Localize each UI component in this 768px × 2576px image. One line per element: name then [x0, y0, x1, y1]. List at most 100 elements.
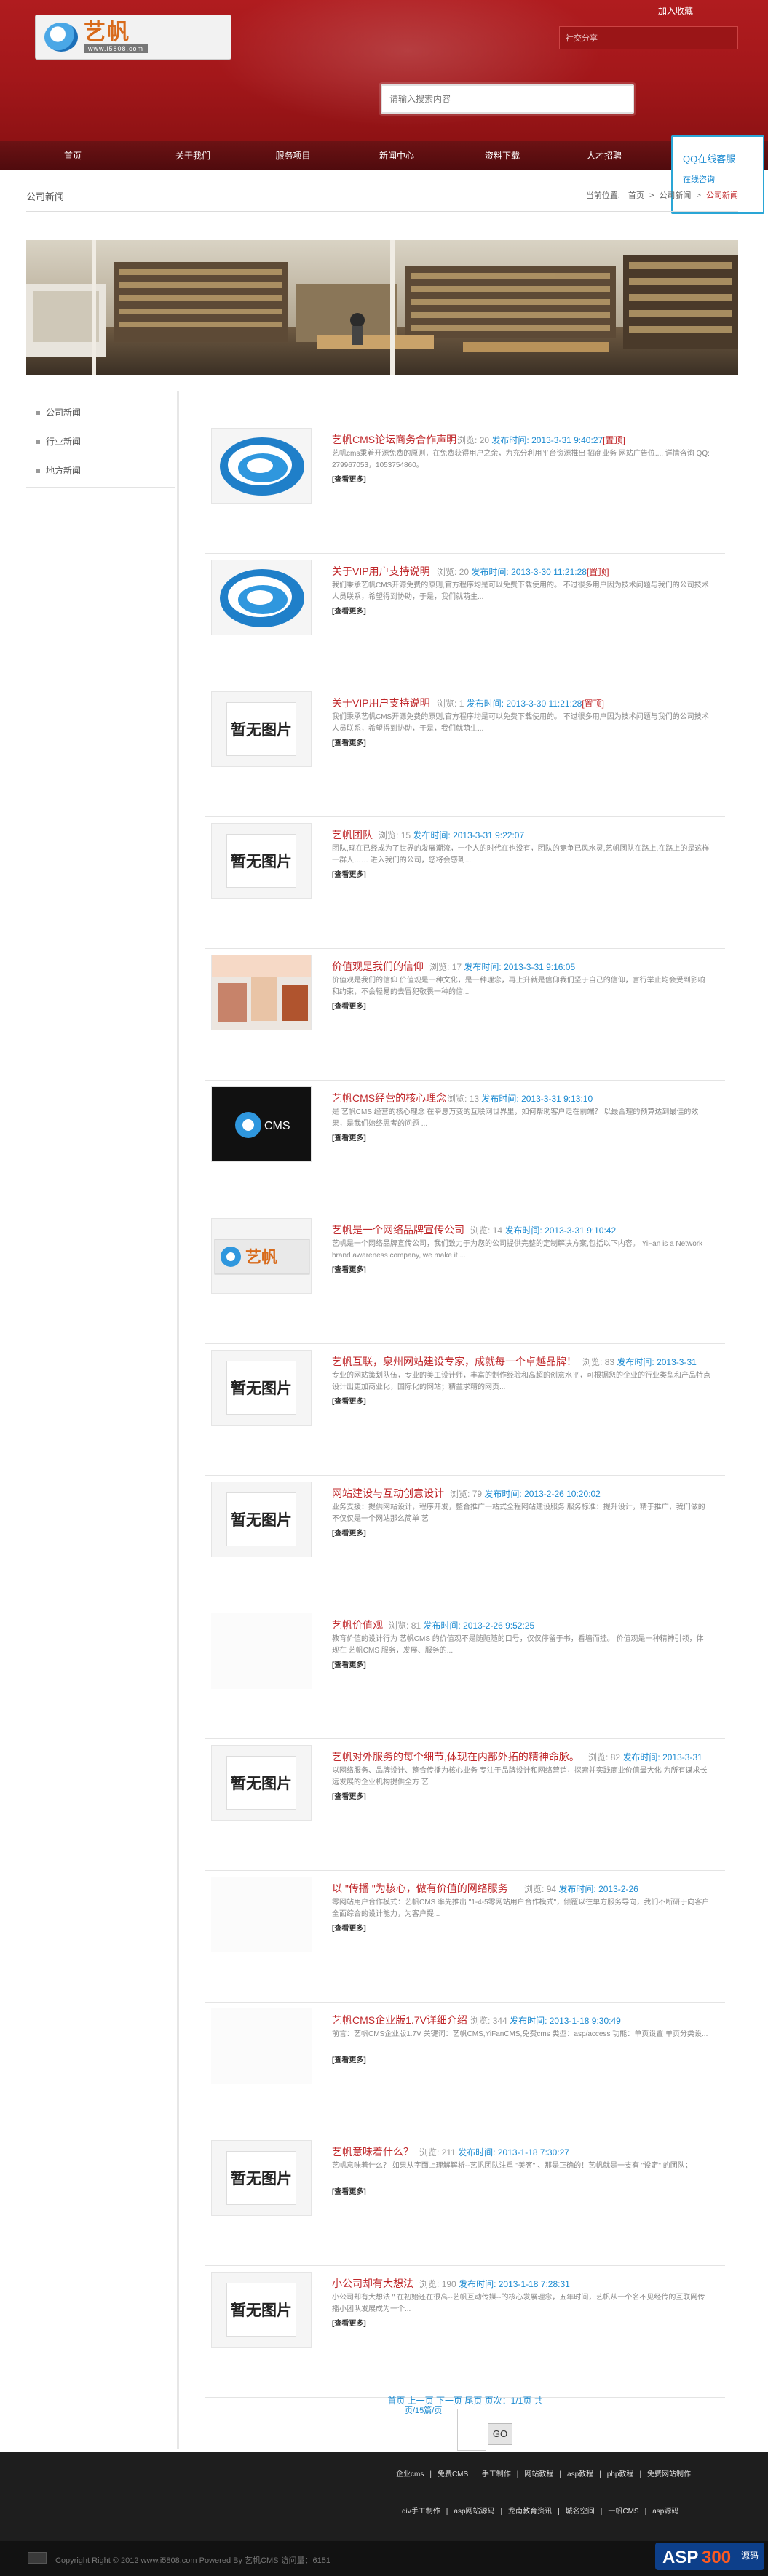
nav-item-services[interactable]: 服务项目 [240, 141, 346, 170]
footer-link[interactable]: asp源码 [652, 2508, 678, 2516]
news-title-link[interactable]: 艺帆CMS企业版1.7V详细介绍 [332, 2013, 467, 2027]
news-title-link[interactable]: 艺帆是一个网络品牌宣传公司 [332, 1223, 464, 1237]
news-title-link[interactable]: 艺帆团队 [332, 827, 373, 842]
news-thumbnail[interactable] [211, 1613, 312, 1689]
news-meta: 浏览: 82 发布时间: 2013-3-31 [588, 1751, 702, 1763]
publish-time: 2013-3-31 9:40:27 [531, 435, 603, 445]
sidebar-item-company-news[interactable]: 公司新闻 [26, 400, 175, 429]
news-summary: 艺帆cms秉着开源免费的原则，在免费获得用户之余，为充分利用平台资源推出 招商业… [332, 450, 710, 469]
news-summary: 团队,现在已经成为了世界的发展潮流，一个人的时代在也没有，团队的竞争已风水灵,艺… [332, 845, 710, 864]
news-title-link[interactable]: 艺帆对外服务的每个细节,体现在内部外拓的精神命脉。 [332, 1749, 579, 1764]
site-logo[interactable]: 艺帆 www.i5808.com [35, 15, 231, 60]
footer-link[interactable]: asp网站源码 [454, 2508, 494, 2516]
list-item: 暂无图片 关于VIP用户支持说明 浏览: 1 发布时间: 2013-3-30 11:… [205, 685, 725, 817]
footer-link[interactable]: 免费网站制作 [647, 2470, 691, 2478]
news-thumbnail[interactable]: 暂无图片 [211, 823, 312, 899]
news-title-link[interactable]: 关于VIP用户支持说明 [332, 564, 430, 579]
page-jump-input[interactable] [457, 2409, 486, 2451]
footer-link[interactable]: 企业cms [396, 2470, 424, 2478]
footer-link[interactable]: asp教程 [567, 2470, 593, 2478]
news-thumbnail[interactable]: 暂无图片 [211, 2272, 312, 2348]
news-thumbnail[interactable]: 暂无图片 [211, 2140, 312, 2216]
views-label: 浏览: [419, 2279, 440, 2289]
news-thumbnail[interactable]: 暂无图片 [211, 1350, 312, 1426]
views-count: 13 [469, 1094, 480, 1104]
breadcrumb-home[interactable]: 首页 [628, 191, 644, 200]
read-more-link[interactable]: [查看更多] [332, 1658, 366, 1669]
time-label: 发布时间: [459, 2279, 496, 2289]
no-image-placeholder: 暂无图片 [226, 834, 296, 888]
svg-text:源码: 源码 [741, 2551, 759, 2561]
breadcrumb-sep: > [649, 191, 654, 200]
footer-link[interactable]: 手工制作 [482, 2470, 511, 2478]
sidebar-item-label: 地方新闻 [46, 466, 82, 476]
read-more-link[interactable]: [查看更多] [332, 1000, 366, 1011]
news-title-link[interactable]: 艺帆意味着什么？ [332, 2144, 413, 2159]
news-title-link[interactable]: 关于VIP用户支持说明 [332, 696, 430, 710]
nav-item-home[interactable]: 首页 [0, 141, 146, 170]
add-favorite-link[interactable]: 加入收藏 [658, 4, 693, 17]
nav-item-news[interactable]: 新闻中心 [346, 141, 448, 170]
bullet-icon [36, 469, 40, 474]
list-item: 艺帆CMS论坛商务合作声明 浏览: 20 发布时间: 2013-3-31 9:40… [205, 422, 725, 554]
footer-link[interactable]: 城名空间 [566, 2508, 595, 2516]
footer-link[interactable]: 一帆CMS [608, 2508, 638, 2516]
qq-service-title[interactable]: QQ在线客服 [683, 151, 763, 165]
read-more-link[interactable]: [查看更多] [332, 605, 366, 616]
footer-link[interactable]: php教程 [607, 2470, 634, 2478]
search-input[interactable] [382, 86, 633, 112]
nav-item-downloads[interactable]: 资料下载 [448, 141, 557, 170]
news-thumbnail[interactable] [211, 1877, 312, 1952]
read-more-link[interactable]: [查看更多] [332, 2317, 366, 2328]
news-thumbnail[interactable]: 暂无图片 [211, 1482, 312, 1557]
news-title-link[interactable]: 艺帆CMS论坛商务合作声明 [332, 432, 456, 447]
footer-link[interactable]: div手工制作 [402, 2508, 440, 2516]
read-more-link[interactable]: [查看更多] [332, 2185, 366, 2196]
breadcrumb-company-news[interactable]: 公司新闻 [659, 191, 691, 200]
news-thumbnail[interactable] [211, 2008, 312, 2084]
social-share-box[interactable]: 社交分享 [559, 26, 738, 49]
read-more-link[interactable]: [查看更多] [332, 1527, 366, 1538]
read-more-link[interactable]: [查看更多] [332, 2054, 366, 2064]
news-title-link[interactable]: 艺帆价值观 [332, 1618, 383, 1632]
news-title-link[interactable]: 网站建设与互动创意设计 [332, 1486, 444, 1500]
news-title-link[interactable]: 艺帆互联，泉州网站建设专家，成就每一个卓越品牌！ [332, 1354, 577, 1369]
read-more-link[interactable]: [查看更多] [332, 1395, 366, 1406]
read-more-link[interactable]: [查看更多] [332, 1132, 366, 1142]
news-thumbnail[interactable]: 暂无图片 [211, 1745, 312, 1821]
news-title-link[interactable]: 艺帆CMS经营的核心理念 [332, 1091, 446, 1105]
yifan-swirl-icon [220, 437, 304, 496]
news-title-link[interactable]: 价值观是我们的信仰 [332, 959, 424, 974]
news-thumbnail[interactable]: CMS [211, 1086, 312, 1162]
nav-item-jobs[interactable]: 人才招聘 [557, 141, 652, 170]
news-thumbnail[interactable]: 暂无图片 [211, 691, 312, 767]
read-more-link[interactable]: [查看更多] [332, 1922, 366, 1933]
yifan-swirl-icon [220, 569, 304, 627]
breadcrumb-current[interactable]: 公司新闻 [706, 191, 738, 200]
news-thumbnail[interactable]: 艺帆 [211, 1218, 312, 1294]
read-more-link[interactable]: [查看更多] [332, 1790, 366, 1801]
news-thumbnail[interactable] [211, 955, 312, 1030]
sidebar-item-industry-news[interactable]: 行业新闻 [26, 429, 175, 458]
footer-sep: | [558, 2508, 560, 2516]
news-summary: 我们秉承艺帆CMS开源免费的原则,官方程序均是可以免费下载使用的。 不过很多用户… [332, 713, 709, 733]
qq-service-sub[interactable]: 在线咨询 [683, 173, 763, 185]
footer-link[interactable]: 网站教程 [524, 2470, 553, 2478]
read-more-link[interactable]: [查看更多] [332, 736, 366, 747]
footer-link[interactable]: 龙南教育资讯 [508, 2508, 552, 2516]
news-thumbnail[interactable] [211, 428, 312, 504]
nav-item-about[interactable]: 关于我们 [146, 141, 240, 170]
footer-link[interactable]: 免费CMS [438, 2470, 468, 2478]
news-title-link[interactable]: 以 "传播 "为核心，做有价值的网络服务 [332, 1881, 508, 1896]
read-more-link[interactable]: [查看更多] [332, 868, 366, 879]
news-thumbnail[interactable] [211, 560, 312, 635]
read-more-link[interactable]: [查看更多] [332, 473, 366, 484]
page-title: 公司新闻 [26, 191, 65, 202]
page-jump-text: 页/15篇/页 [405, 2406, 443, 2415]
read-more-link[interactable]: [查看更多] [332, 1263, 366, 1274]
news-title-link[interactable]: 小公司却有大想法 [332, 2276, 413, 2291]
go-button[interactable]: GO [488, 2423, 512, 2445]
bullet-icon [36, 411, 40, 416]
sidebar-item-local-news[interactable]: 地方新闻 [26, 458, 175, 488]
publish-time: 2013-3-31 9:16:05 [504, 962, 576, 972]
